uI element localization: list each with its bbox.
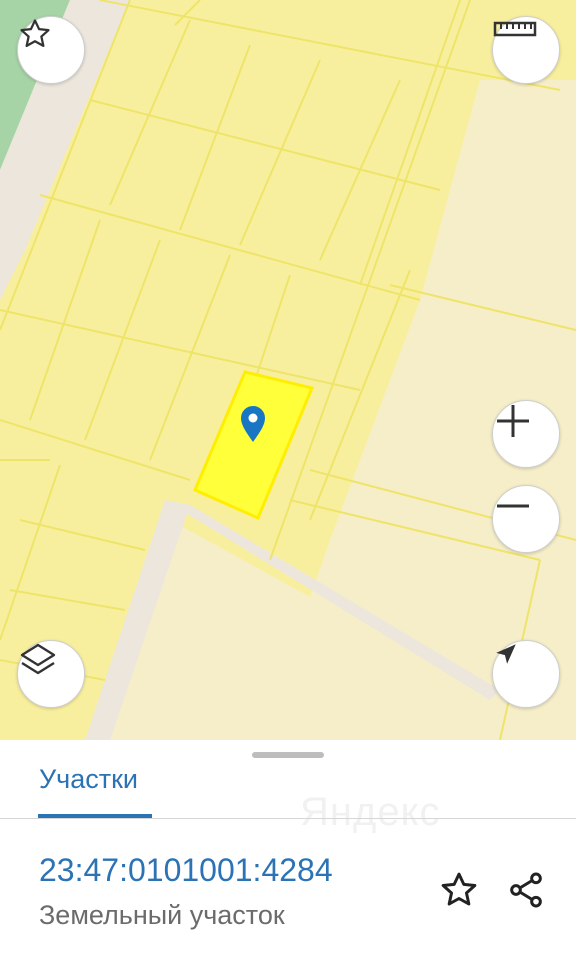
zoom-in-button[interactable] bbox=[492, 400, 560, 468]
ruler-icon bbox=[493, 21, 537, 37]
object-type: Земельный участок bbox=[39, 900, 285, 930]
ruler-button[interactable] bbox=[492, 16, 560, 84]
favorite-parcel-button[interactable] bbox=[435, 866, 483, 914]
share-icon bbox=[510, 872, 542, 908]
plus-icon bbox=[497, 405, 529, 437]
locate-button[interactable] bbox=[492, 640, 560, 708]
layers-icon bbox=[20, 643, 56, 675]
star-outline-icon bbox=[441, 872, 477, 906]
map-view[interactable] bbox=[0, 0, 576, 740]
layers-button[interactable] bbox=[17, 640, 85, 708]
tab-parcels[interactable]: Участки bbox=[39, 764, 138, 795]
divider bbox=[0, 818, 576, 819]
bottom-sheet: Яндекс Участки 23:47:0101001:4284 Земель… bbox=[0, 740, 576, 960]
zoom-out-button[interactable] bbox=[492, 485, 560, 553]
navigation-arrow-icon bbox=[496, 644, 516, 664]
star-icon bbox=[20, 19, 50, 48]
map-canvas[interactable] bbox=[0, 0, 576, 740]
cadastral-number[interactable]: 23:47:0101001:4284 bbox=[39, 852, 333, 889]
minus-icon bbox=[497, 504, 529, 508]
share-button[interactable] bbox=[502, 866, 550, 914]
favorite-button[interactable] bbox=[17, 16, 85, 84]
watermark: Яндекс bbox=[300, 790, 441, 834]
sheet-drag-handle[interactable] bbox=[252, 752, 324, 758]
